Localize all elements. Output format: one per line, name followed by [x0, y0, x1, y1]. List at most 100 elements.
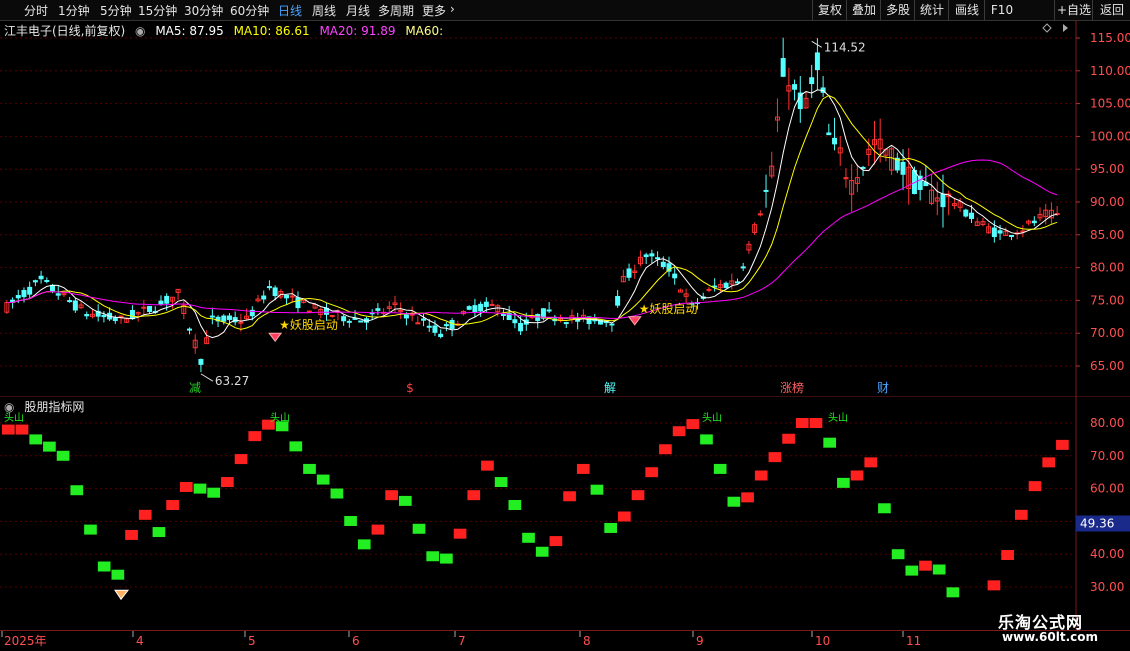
- date-label-7: 10: [815, 634, 830, 648]
- indicator-bar: [850, 470, 864, 481]
- date-label-0: 2025年: [4, 634, 47, 648]
- high-label: 114.52: [824, 40, 866, 54]
- indicator-bar: [741, 492, 754, 503]
- signal-diamond-icon: [627, 316, 642, 326]
- candle-body: [563, 322, 569, 325]
- candle-body: [615, 296, 621, 306]
- timeframe-4[interactable]: 30分钟: [184, 2, 223, 19]
- candle-body: [940, 193, 946, 208]
- indicator-toggle-icon[interactable]: ◉: [4, 400, 14, 414]
- kline-chart[interactable]: 115.00 110.00 105.00 100.00 95.00 90.00 85.00 8…: [0, 20, 1130, 396]
- candle-body: [734, 281, 740, 284]
- indicator-bar: [713, 463, 727, 474]
- indicator-chart[interactable]: 80.0070.0060.0050.0040.0030.0049.36头山头山头…: [0, 396, 1130, 630]
- indicator-bar: [303, 463, 316, 474]
- indicator-bar: [809, 418, 823, 428]
- candle-body: [432, 325, 438, 333]
- candle-body: [118, 315, 124, 318]
- diamond-icon: [1042, 23, 1052, 33]
- price-label: 115.00: [1090, 31, 1130, 45]
- candle-body: [512, 319, 518, 324]
- timeframe-3[interactable]: 15分钟: [138, 2, 177, 19]
- timeframe-5[interactable]: 60分钟: [230, 2, 269, 19]
- timeframe-9[interactable]: 多周期: [378, 2, 414, 19]
- candle-body: [814, 52, 820, 71]
- candle-body: [546, 309, 552, 312]
- toolbar-button-5[interactable]: F10: [984, 0, 1019, 20]
- timeframe-2[interactable]: 5分钟: [100, 2, 132, 19]
- candle-body: [129, 309, 135, 320]
- candle-body: [963, 209, 969, 217]
- price-label: 80.00: [1090, 261, 1124, 275]
- indicator-bar: [453, 528, 467, 539]
- indicator-panel[interactable]: 80.0070.0060.0050.0040.0030.0049.36头山头山头…: [0, 396, 1130, 630]
- indicator-bar: [330, 488, 344, 499]
- indicator-bar: [111, 569, 125, 580]
- kline-panel[interactable]: 江丰电子(日线,前复权) ◉ MA5: 87.95 MA10: 86.61 MA…: [0, 20, 1130, 396]
- indicator-bar: [659, 444, 672, 455]
- indicator-bar: [864, 457, 878, 468]
- candle-body: [221, 315, 227, 322]
- candle-body: [329, 314, 335, 317]
- indicator-legend: ◉ 股朋指标网: [4, 398, 90, 415]
- candle-body: [706, 288, 712, 291]
- indicator-bar: [782, 433, 795, 444]
- indicator-bar: [138, 509, 152, 520]
- indicator-bar: [316, 474, 330, 485]
- toolbar-button-7[interactable]: 返回: [1092, 0, 1130, 20]
- candle-body: [780, 58, 786, 77]
- indicator-bar: [467, 490, 481, 501]
- signal-label: ★妖股启动: [639, 302, 698, 316]
- indicator-bar: [248, 431, 262, 442]
- candle-body: [763, 189, 769, 192]
- indicator-bar: [56, 450, 70, 461]
- indicator-bar: [221, 477, 234, 488]
- candle-body: [289, 295, 295, 298]
- toolbar-button-3[interactable]: 统计: [914, 0, 949, 20]
- candle-body: [991, 227, 997, 238]
- indicator-bar: [919, 560, 932, 571]
- candle-body: [483, 301, 489, 307]
- timeframe-8[interactable]: 月线: [346, 2, 370, 19]
- indicator-bar: [234, 454, 248, 465]
- high-pointer: [811, 40, 822, 48]
- indicator-bar: [193, 483, 207, 494]
- candle-body: [346, 320, 352, 323]
- indicator-bar: [412, 523, 426, 534]
- signal-diamond-icon: [268, 332, 283, 343]
- indicator-bar: [152, 527, 166, 538]
- toolbar-button-2[interactable]: 多股: [880, 0, 915, 20]
- indicator-bar: [905, 565, 919, 576]
- timeframe-1[interactable]: 1分钟: [58, 2, 90, 19]
- more-chevron-icon[interactable]: ›: [450, 2, 455, 16]
- price-label: 110.00: [1090, 64, 1130, 78]
- candle-body: [643, 254, 649, 258]
- timeframe-6[interactable]: 日线: [278, 2, 302, 19]
- timeframe-10[interactable]: 更多: [422, 2, 446, 19]
- event-tag-0: 减: [189, 381, 201, 395]
- candle-body: [27, 286, 33, 295]
- timeframe-7[interactable]: 周线: [312, 2, 336, 19]
- indicator-level-label: 70.00: [1090, 449, 1124, 463]
- candle-body: [398, 309, 404, 312]
- indicator-bar: [289, 441, 303, 452]
- indicator-bar: [1042, 457, 1056, 468]
- indicator-bar: [645, 467, 659, 478]
- toolbar-button-4[interactable]: 画线: [948, 0, 985, 20]
- candle-body: [1008, 234, 1014, 237]
- toolbar-button-0[interactable]: 复权: [812, 0, 847, 20]
- candle-body: [272, 287, 278, 297]
- timeframe-0[interactable]: 分时: [24, 2, 48, 19]
- date-axis: 2025年 4 5 6 7 8 9 10 11: [0, 630, 1130, 651]
- indicator-bar: [686, 419, 700, 430]
- indicator-bar: [426, 551, 440, 562]
- indicator-bar: [823, 437, 837, 448]
- indicator-bar: [371, 524, 385, 535]
- indicator-bar: [179, 481, 193, 492]
- toolbar-button-1[interactable]: 叠加: [846, 0, 881, 20]
- indicator-bar: [15, 424, 29, 435]
- candle-body: [792, 84, 798, 90]
- candle-body: [832, 137, 838, 145]
- toolbar-button-6[interactable]: +自选: [1054, 0, 1093, 20]
- candle-body: [158, 300, 164, 305]
